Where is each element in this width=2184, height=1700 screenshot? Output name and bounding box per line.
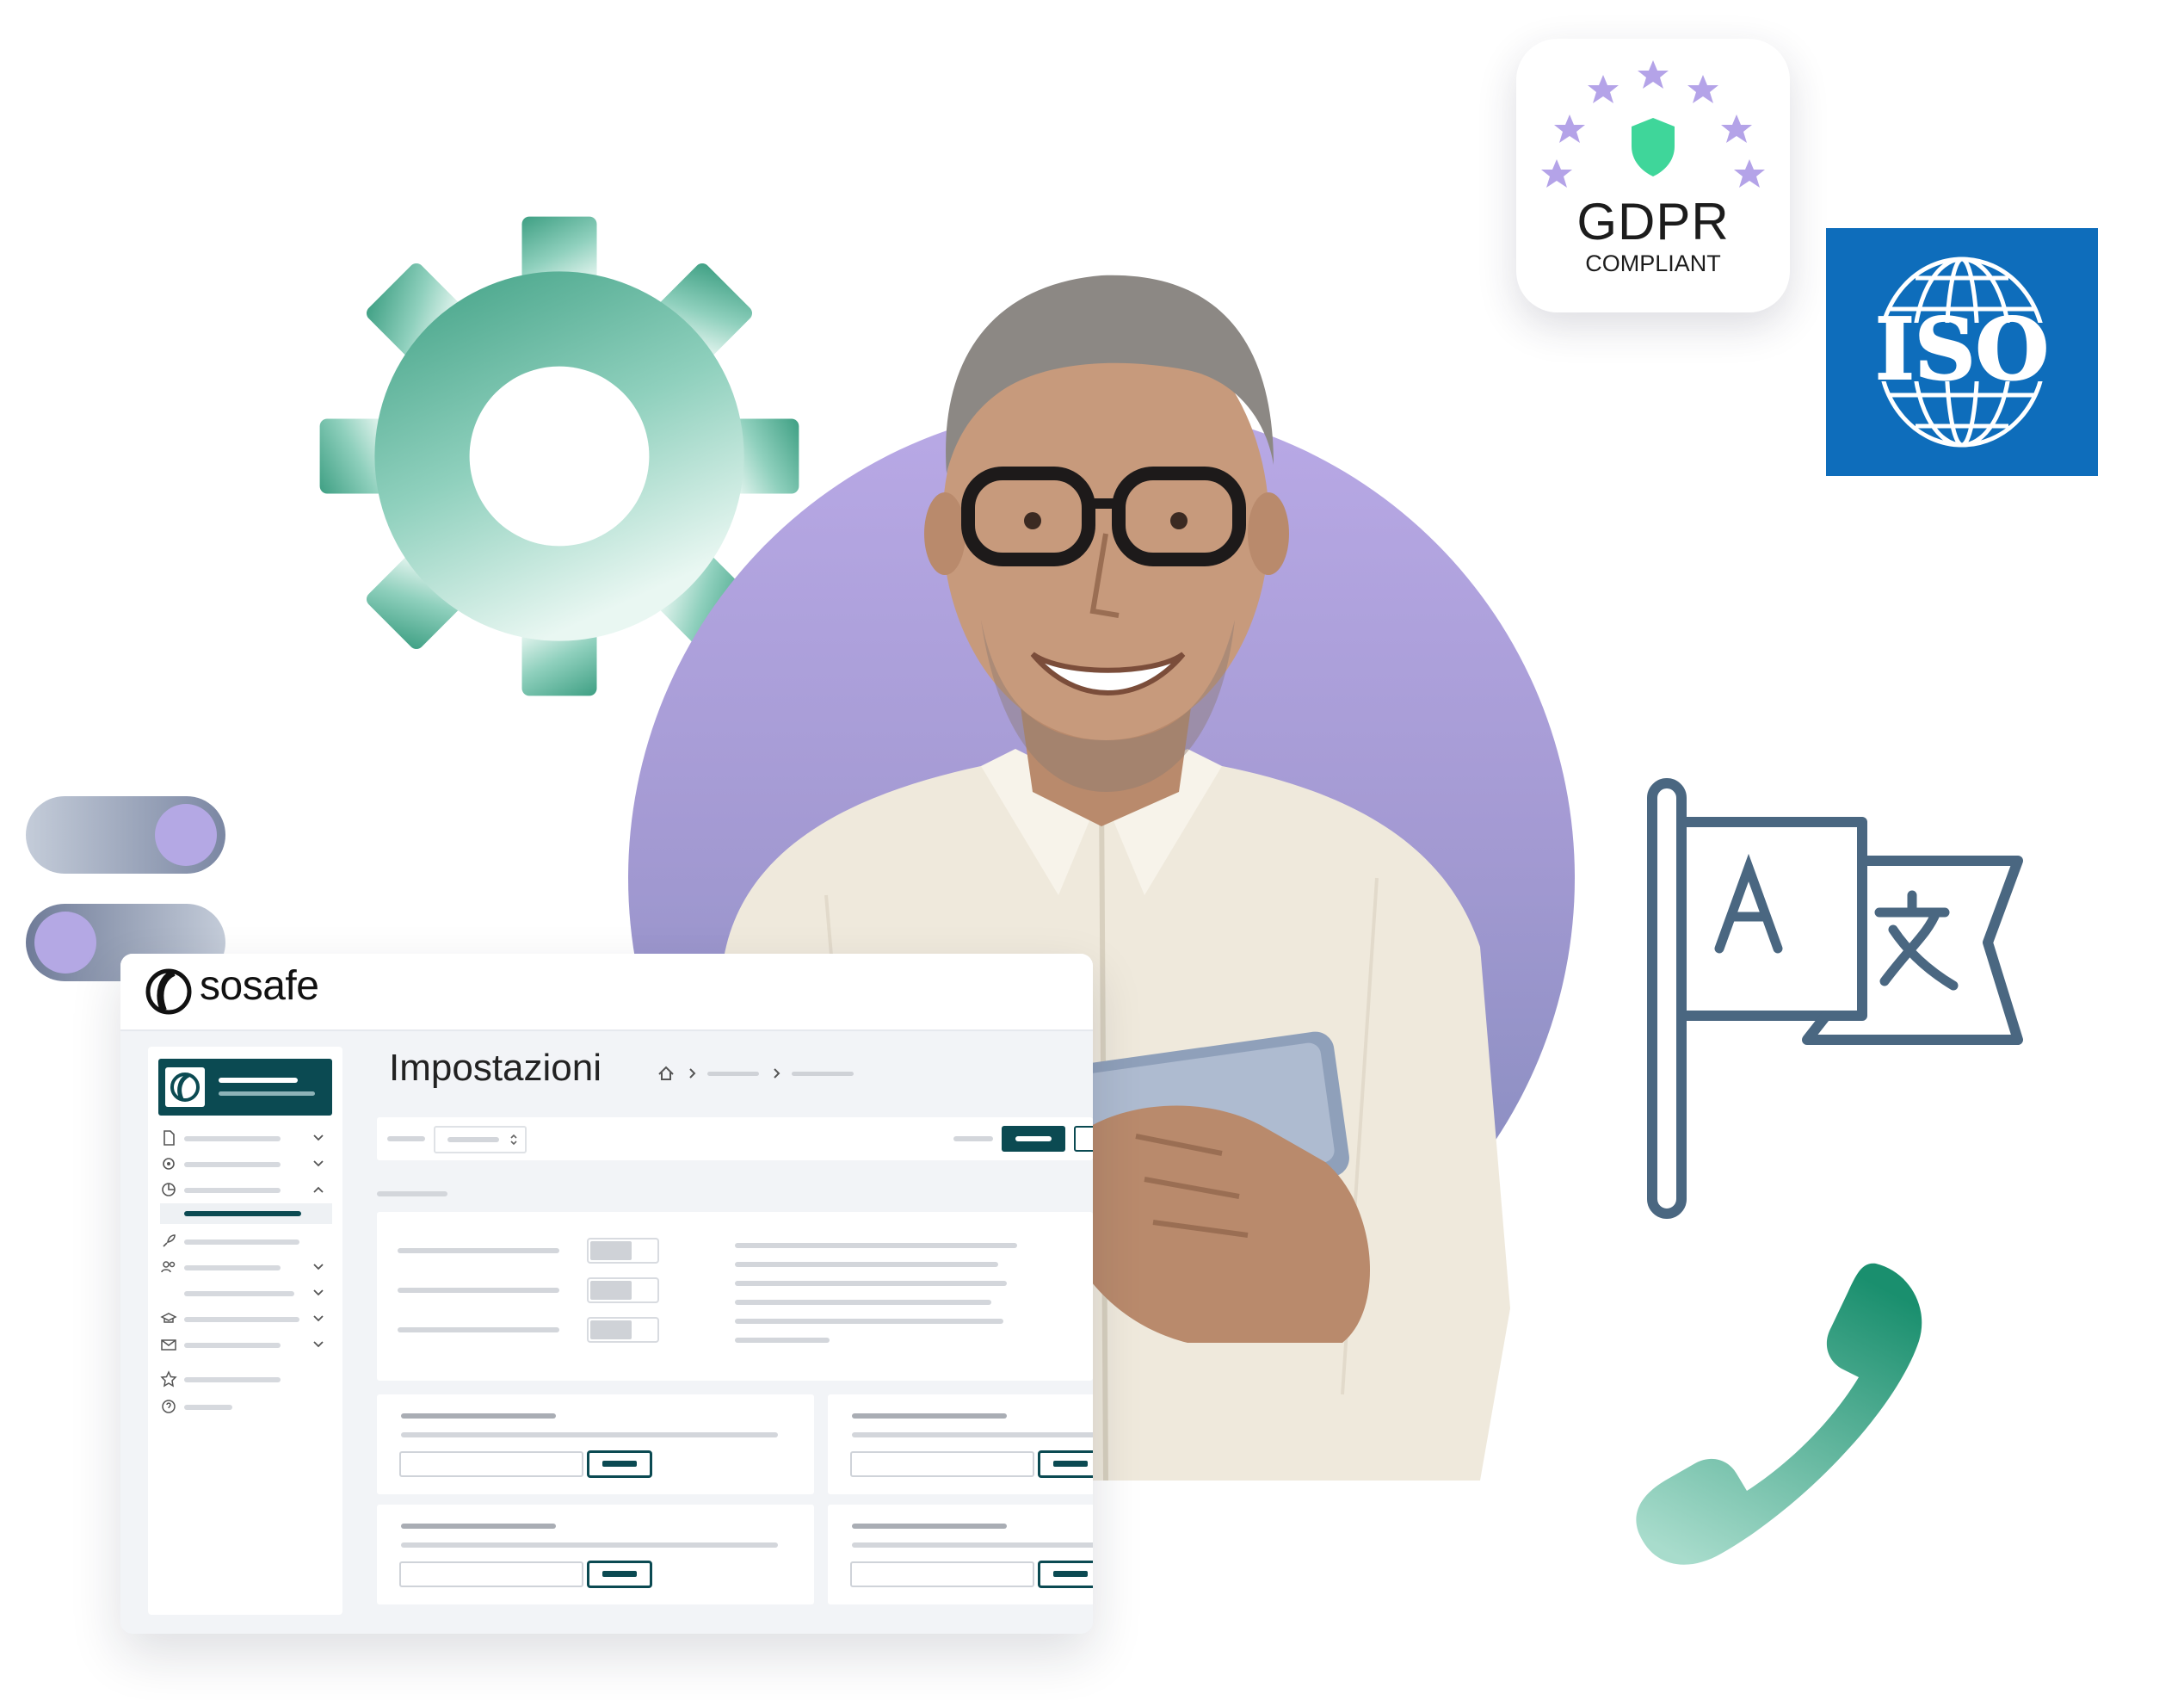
- save-button[interactable]: [587, 1561, 652, 1588]
- sidebar-account-card[interactable]: [158, 1059, 332, 1116]
- secondary-action-button[interactable]: [1074, 1126, 1093, 1152]
- account-avatar: [165, 1067, 205, 1107]
- account-sub-placeholder: [219, 1091, 315, 1096]
- setting-toggle[interactable]: [587, 1238, 659, 1264]
- sidebar-item-training[interactable]: [160, 1310, 332, 1329]
- sidebar-item-groups[interactable]: [160, 1284, 332, 1303]
- account-name-placeholder: [219, 1078, 298, 1083]
- sidebar-item-settings[interactable]: [160, 1155, 332, 1174]
- save-button[interactable]: [587, 1450, 652, 1478]
- sidebar-item-favorites[interactable]: [160, 1370, 332, 1389]
- save-button[interactable]: [1038, 1450, 1093, 1478]
- chevron-down-icon: [313, 1315, 324, 1322]
- app-window: sosafe Impostazioni: [120, 954, 1093, 1634]
- gdpr-title: GDPR: [1576, 193, 1730, 250]
- star-icon: [160, 1370, 177, 1388]
- filter-select[interactable]: [434, 1126, 527, 1153]
- app-header: sosafe: [120, 954, 1093, 1031]
- iso-logo: ISO: [1826, 228, 2098, 476]
- toggle-knob: [34, 912, 96, 974]
- sidebar-item-launch[interactable]: [160, 1233, 332, 1252]
- chevron-down-icon: [313, 1160, 324, 1167]
- rocket-icon: [163, 1234, 176, 1247]
- chevron-down-icon: [313, 1264, 324, 1270]
- text-input[interactable]: [850, 1561, 1034, 1587]
- settings-card: [377, 1212, 1093, 1381]
- brand-name: sosafe: [200, 963, 319, 1009]
- shield-icon: [1632, 118, 1675, 176]
- sidebar-item-help[interactable]: [160, 1398, 332, 1417]
- setting-toggle[interactable]: [587, 1277, 659, 1303]
- mail-icon: [161, 1339, 176, 1351]
- text-input[interactable]: [399, 1451, 583, 1477]
- chevron-up-icon: [313, 1186, 324, 1193]
- text-input[interactable]: [399, 1561, 583, 1587]
- text-input[interactable]: [850, 1451, 1034, 1477]
- sidebar-item-mail[interactable]: [160, 1336, 332, 1355]
- gear-small-icon: [163, 1158, 175, 1170]
- form-card: [377, 1394, 814, 1494]
- sidebar-item-users[interactable]: [160, 1258, 332, 1277]
- document-icon: [163, 1130, 175, 1146]
- save-button[interactable]: [1038, 1561, 1093, 1588]
- sosafe-logo-icon: [145, 968, 192, 1015]
- chevron-right-icon: [689, 1068, 696, 1079]
- breadcrumb: [658, 1066, 854, 1080]
- toggle-switch-on[interactable]: [26, 796, 225, 874]
- gdpr-compliant-badge: GDPR COMPLIANT: [1516, 39, 1790, 312]
- chevron-down-icon: [313, 1341, 324, 1348]
- page-title: Impostazioni: [389, 1047, 602, 1089]
- globe-icon: ISO: [1843, 257, 2081, 448]
- select-arrows-icon: [510, 1134, 517, 1146]
- gdpr-stars-shield-icon: [1541, 60, 1765, 188]
- iso-text: ISO: [1875, 300, 2049, 399]
- translate-flag-icon: [1647, 778, 2023, 1219]
- gdpr-subtitle: COMPLIANT: [1585, 250, 1721, 276]
- form-card: [828, 1505, 1093, 1604]
- home-icon: [658, 1066, 674, 1080]
- sidebar: [148, 1047, 342, 1615]
- sidebar-item-documents[interactable]: [160, 1129, 332, 1148]
- phone-icon: [1636, 1263, 1922, 1565]
- help-icon: [162, 1400, 176, 1413]
- primary-action-button[interactable]: [1002, 1126, 1065, 1152]
- form-card: [828, 1394, 1093, 1494]
- sidebar-item-reports[interactable]: [160, 1181, 332, 1200]
- toggle-knob: [155, 804, 217, 866]
- chevron-right-icon: [774, 1068, 780, 1079]
- chevron-down-icon: [313, 1289, 324, 1296]
- setting-toggle[interactable]: [587, 1317, 659, 1343]
- filter-toolbar: [377, 1117, 1093, 1160]
- sidebar-subitem-active[interactable]: [160, 1203, 332, 1224]
- form-card: [377, 1505, 814, 1604]
- pie-chart-icon: [162, 1183, 176, 1196]
- graduation-cap-icon: [160, 1313, 177, 1323]
- users-icon: [161, 1261, 176, 1273]
- chevron-down-icon: [313, 1134, 324, 1141]
